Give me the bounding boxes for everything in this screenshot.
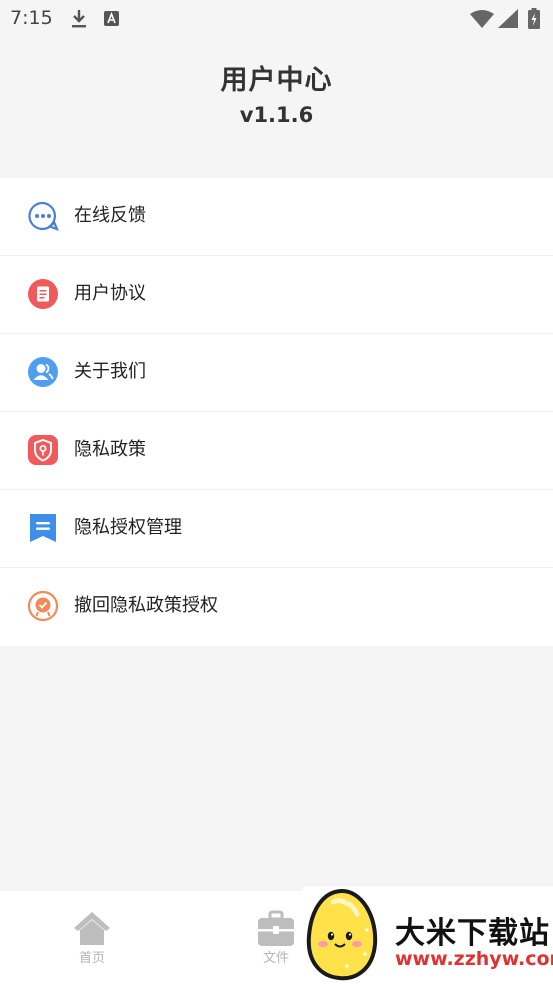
menu-item-feedback[interactable]: 在线反馈 [0, 178, 553, 256]
menu-item-user-agreement[interactable]: 用户协议 [0, 256, 553, 334]
user-center-menu: 在线反馈 用户协议 关于我们 隐私政策 隐私授权管理 撤回隐私政策授权 [0, 178, 553, 646]
nav-label: 首页 [78, 951, 105, 966]
menu-item-label: 隐私政策 [74, 439, 146, 460]
menu-item-label: 用户协议 [74, 283, 146, 304]
menu-item-about-us[interactable]: 关于我们 [0, 334, 553, 412]
battery-icon [528, 8, 540, 29]
badge-icon [27, 590, 59, 622]
shield-icon [28, 435, 58, 465]
menu-item-privacy-authorization[interactable]: 隐私授权管理 [0, 490, 553, 568]
rice-mascot-logo [306, 888, 378, 981]
site-watermark: 大米下载站 www.zzhyw.com [303, 886, 553, 984]
app-version: v1.1.6 [239, 103, 314, 127]
briefcase-icon [258, 910, 294, 946]
watermark-site-name: 大米下载站 [395, 916, 550, 951]
page-header: 用户中心 v1.1.6 [0, 60, 553, 127]
watermark-url: www.zzhyw.com [395, 948, 553, 970]
signal-icon [498, 9, 518, 28]
chat-bubble-icon [28, 201, 59, 231]
home-icon [74, 912, 110, 945]
menu-item-privacy-policy[interactable]: 隐私政策 [0, 412, 553, 490]
page-title: 用户中心 [220, 65, 333, 96]
menu-item-label: 在线反馈 [74, 205, 146, 226]
download-icon [72, 10, 86, 28]
font-a-icon [104, 11, 119, 26]
menu-item-revoke-privacy-authorization[interactable]: 撤回隐私政策授权 [0, 568, 553, 646]
users-icon [28, 357, 58, 387]
menu-item-label: 隐私授权管理 [74, 517, 182, 538]
menu-item-label: 关于我们 [74, 361, 146, 382]
status-bar: 7:15 [0, 0, 553, 38]
bookmark-list-icon [30, 514, 56, 542]
nav-item-home[interactable]: 首页 [52, 909, 132, 966]
menu-item-label: 撤回隐私政策授权 [74, 595, 218, 616]
wifi-icon [470, 10, 494, 28]
status-time: 7:15 [10, 7, 53, 29]
document-icon [28, 279, 58, 309]
